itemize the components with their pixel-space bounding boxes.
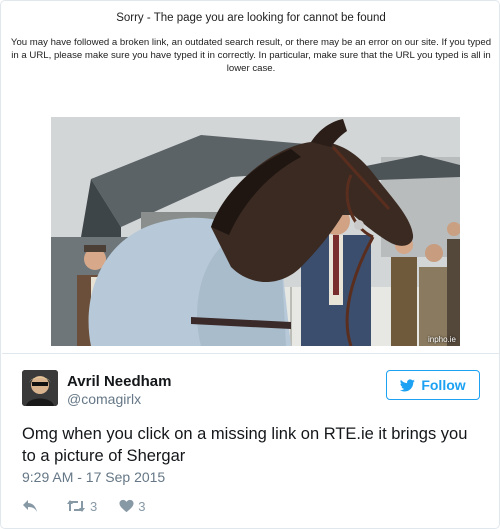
- retweet-icon: [67, 500, 85, 512]
- like-count: 3: [138, 498, 146, 514]
- reply-button[interactable]: [22, 499, 38, 513]
- horse-illustration: [51, 117, 460, 346]
- tweet-actions: 3 3: [22, 497, 145, 515]
- reply-icon: [23, 500, 37, 512]
- retweet-count: 3: [90, 498, 98, 514]
- tweet-card: Sorry - The page you are looking for can…: [0, 0, 500, 529]
- tweet-timestamp[interactable]: 9:29 AM - 17 Sep 2015: [22, 469, 165, 485]
- tweet-media-image[interactable]: Sorry - The page you are looking for can…: [2, 2, 499, 354]
- like-button[interactable]: 3: [119, 499, 145, 514]
- avatar-image: [22, 370, 58, 406]
- retweet-button[interactable]: 3: [66, 499, 97, 514]
- avatar[interactable]: [22, 370, 58, 406]
- photo-credit: inpho.ie: [427, 335, 456, 344]
- horse-photo: inpho.ie: [51, 117, 460, 346]
- author-name[interactable]: Avril Needham: [67, 373, 171, 390]
- tweet-text: Omg when you click on a missing link on …: [22, 425, 468, 465]
- error-message: You may have followed a broken link, an …: [10, 37, 492, 74]
- twitter-bird-icon: [400, 378, 416, 391]
- follow-button[interactable]: Follow: [386, 370, 480, 400]
- follow-label: Follow: [421, 377, 466, 393]
- heart-icon: [119, 499, 134, 513]
- author-handle[interactable]: @comagirlx: [67, 391, 141, 407]
- error-title: Sorry - The page you are looking for can…: [116, 12, 386, 24]
